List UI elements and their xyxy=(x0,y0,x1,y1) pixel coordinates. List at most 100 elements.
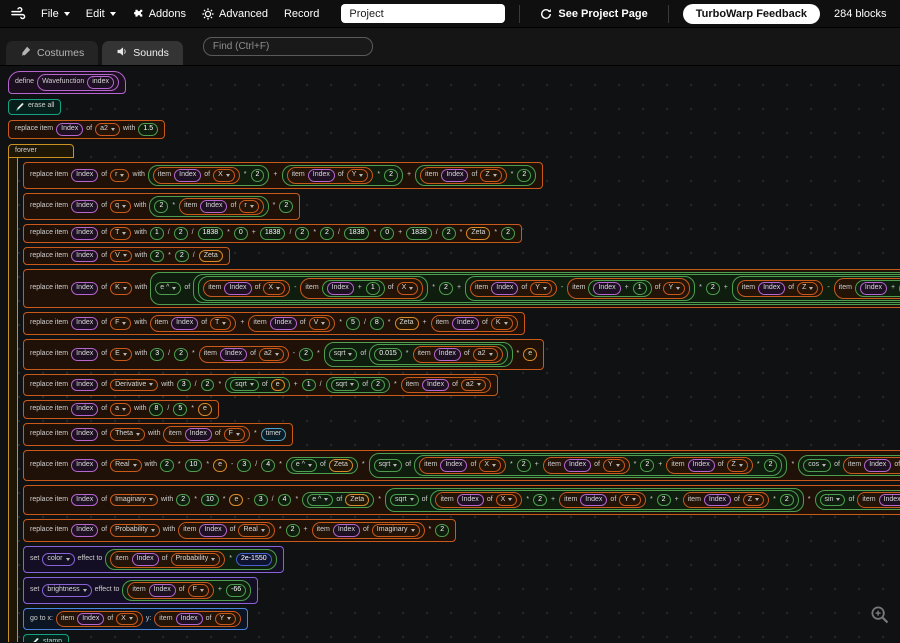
forever-block[interactable]: forever replace item Index of r with item Index… xyxy=(8,143,900,642)
number-input[interactable]: 2 xyxy=(705,282,720,295)
parameter-pill[interactable]: Index xyxy=(878,493,900,507)
number-input[interactable]: 8 xyxy=(369,317,384,330)
replace-item-r[interactable]: replace item Index of r with item Index of X * 2 + i… xyxy=(23,162,544,189)
dropdown-real[interactable]: Real xyxy=(238,524,270,537)
number-input[interactable]: 2 xyxy=(174,249,189,263)
operator-expression[interactable]: sqrt of item Index of X * 2 + item Index of Y * 2 + item… xyxy=(384,487,804,513)
operator-expression[interactable]: item Index of X * 2 + item Index of Y * 2 + item Index o… xyxy=(414,454,783,476)
replace-item-probability[interactable]: replace item Index of Probability with item In… xyxy=(23,519,457,542)
stamp-block[interactable]: stamp xyxy=(23,634,70,642)
dropdown-brightness[interactable]: brightness xyxy=(42,583,92,597)
operator-expression[interactable]: sqrt of item Index of X * 2 + item Index of Y * 2 + item… xyxy=(368,452,788,478)
operator-expression[interactable]: item Index of Y - item Index +1 of Y xyxy=(465,276,696,301)
parameter-pill[interactable]: Index xyxy=(421,378,450,392)
operator-expression[interactable]: Index+1 xyxy=(854,280,900,297)
dropdown-f[interactable]: F xyxy=(187,583,209,597)
parameter-pill[interactable]: Index xyxy=(859,282,888,295)
number-input[interactable]: 0 xyxy=(380,226,395,240)
dropdown-a2[interactable]: a2 xyxy=(460,378,486,392)
list-item-reporter[interactable]: itemIndexofTheta xyxy=(842,456,900,474)
replace-item-T[interactable]: replace item Index of Twith 1/2/1838 * 0 +1838/… xyxy=(23,223,523,243)
dropdown-x[interactable]: X xyxy=(116,612,138,626)
turbowarp-logo-icon[interactable] xyxy=(10,6,27,21)
list-item-reporter[interactable]: item Index of V xyxy=(248,315,336,332)
parameter-pill[interactable]: Index xyxy=(441,169,469,182)
parameter-pill[interactable]: Index xyxy=(71,282,99,295)
operator-expression[interactable]: sqrt of e xyxy=(225,376,290,394)
parameter-pill[interactable]: Index xyxy=(593,282,621,295)
set-color-effect[interactable]: set color effect to item Index of Probability *… xyxy=(23,546,284,573)
dropdown-sqrt[interactable]: sqrt xyxy=(373,458,403,472)
operator-expression[interactable]: e ^ of Zeta xyxy=(302,491,375,509)
operator-expression[interactable]: item Index of Probability * 2e-1550 xyxy=(105,549,277,570)
variable-reporter[interactable]: Zeta xyxy=(198,249,223,263)
list-item-reporter[interactable]: item Index of a2 xyxy=(198,345,289,363)
dropdown-f[interactable]: F xyxy=(110,317,132,330)
number-input[interactable]: 0.015 xyxy=(374,347,402,361)
menu-addons[interactable]: Addons xyxy=(132,8,186,20)
variable-reporter[interactable]: Zeta xyxy=(328,458,353,472)
number-input[interactable]: 4 xyxy=(277,493,292,507)
number-input[interactable]: 1838 xyxy=(259,226,286,240)
dropdown-color[interactable]: color xyxy=(42,553,75,566)
list-item-reporter[interactable]: item Index of X xyxy=(203,280,291,297)
operator-expression[interactable]: Index+1 xyxy=(588,280,652,297)
parameter-pill[interactable]: Index xyxy=(563,458,592,472)
list-item-reporter[interactable]: item Index of Probability xyxy=(110,551,226,568)
number-input[interactable]: 2e-1550 xyxy=(235,553,272,566)
parameter-pill[interactable]: Index xyxy=(332,524,360,537)
parameter-pill[interactable]: Index xyxy=(491,282,519,295)
parameter-pill[interactable]: Index xyxy=(71,226,99,240)
number-input[interactable]: 2 xyxy=(501,226,516,240)
custom-block-call[interactable]: Wavefunction index xyxy=(37,74,119,91)
list-item-reporter[interactable]: item Index of K xyxy=(430,315,518,332)
project-name-input[interactable] xyxy=(341,4,506,23)
dropdown-z[interactable]: Z xyxy=(726,458,748,472)
dropdown-sqrt[interactable]: sqrt xyxy=(230,378,259,392)
parameter-pill[interactable]: Index xyxy=(580,493,608,507)
dropdown-derivative[interactable]: Derivative xyxy=(110,378,159,392)
list-item-reporter[interactable]: item Index of Z xyxy=(666,456,753,474)
number-input[interactable]: 2 xyxy=(779,493,794,507)
operator-expression[interactable]: e ^ of Zeta xyxy=(285,456,358,474)
dropdown-y[interactable]: Y xyxy=(214,612,237,626)
parameter-pill[interactable]: Index xyxy=(71,317,99,330)
replace-item-V[interactable]: replace item Index of Vwith 2 * 2/Zeta xyxy=(23,246,230,266)
number-input[interactable]: 1 xyxy=(301,378,316,392)
set-brightness-effect[interactable]: set brightness effect to item Index of F + -66 xyxy=(23,576,259,604)
list-item-reporter[interactable]: item Index of T xyxy=(149,315,237,332)
parameter-pill[interactable]: Index xyxy=(687,458,715,472)
parameter-pill[interactable]: Index xyxy=(451,317,479,330)
replace-item-theta[interactable]: replace item Index of Theta with item Index of F… xyxy=(23,423,294,446)
dropdown-r[interactable]: r xyxy=(110,169,130,182)
define-wavefunction-hat[interactable]: define Wavefunction index xyxy=(8,71,126,94)
parameter-pill[interactable]: index xyxy=(87,76,114,89)
dropdown-y[interactable]: Y xyxy=(530,282,552,295)
number-input[interactable]: 2 xyxy=(159,458,174,472)
parameter-pill[interactable]: Index xyxy=(56,122,84,136)
parameter-pill[interactable]: Index xyxy=(131,553,159,566)
operator-expression[interactable]: sin ofitemIndexofTheta xyxy=(814,489,900,511)
operator-expression[interactable]: item Index of X * 2 + item Index of Y * 2 + item Index o… xyxy=(430,489,799,511)
menu-file[interactable]: File xyxy=(41,8,70,20)
dropdown-z[interactable]: Z xyxy=(797,282,819,295)
parameter-pill[interactable]: Index xyxy=(71,458,99,472)
replace-item-E[interactable]: replace item Index of Ewith 3/2 * item Index of a… xyxy=(23,338,545,370)
parameter-pill[interactable]: Index xyxy=(71,493,99,507)
see-project-page-button[interactable]: See Project Page xyxy=(534,7,653,21)
replace-item-real[interactable]: replace item Index of Real with 2 * 10 * e -3/4 * e … xyxy=(23,449,900,481)
parameter-pill[interactable]: Index xyxy=(269,317,297,330)
number-input[interactable]: 2 xyxy=(150,249,165,263)
parameter-pill[interactable]: Index xyxy=(456,493,484,507)
number-input[interactable]: 2 xyxy=(173,226,188,240)
number-input[interactable]: 0 xyxy=(233,226,248,240)
dropdown-theta[interactable]: Theta xyxy=(110,428,146,441)
operator-expression[interactable]: item Index of X - item Index +1 of X xyxy=(198,276,429,301)
number-input[interactable]: 1 xyxy=(149,226,164,240)
dropdown-t[interactable]: T xyxy=(210,317,232,330)
list-item-reporter[interactable]: item Index of Imaginary xyxy=(311,522,425,539)
parameter-pill[interactable]: Index xyxy=(71,249,99,263)
dropdown-f[interactable]: F xyxy=(223,428,245,441)
number-input[interactable]: 2 xyxy=(435,524,450,537)
operator-expression[interactable]: 2 * item Index of r xyxy=(149,196,269,217)
